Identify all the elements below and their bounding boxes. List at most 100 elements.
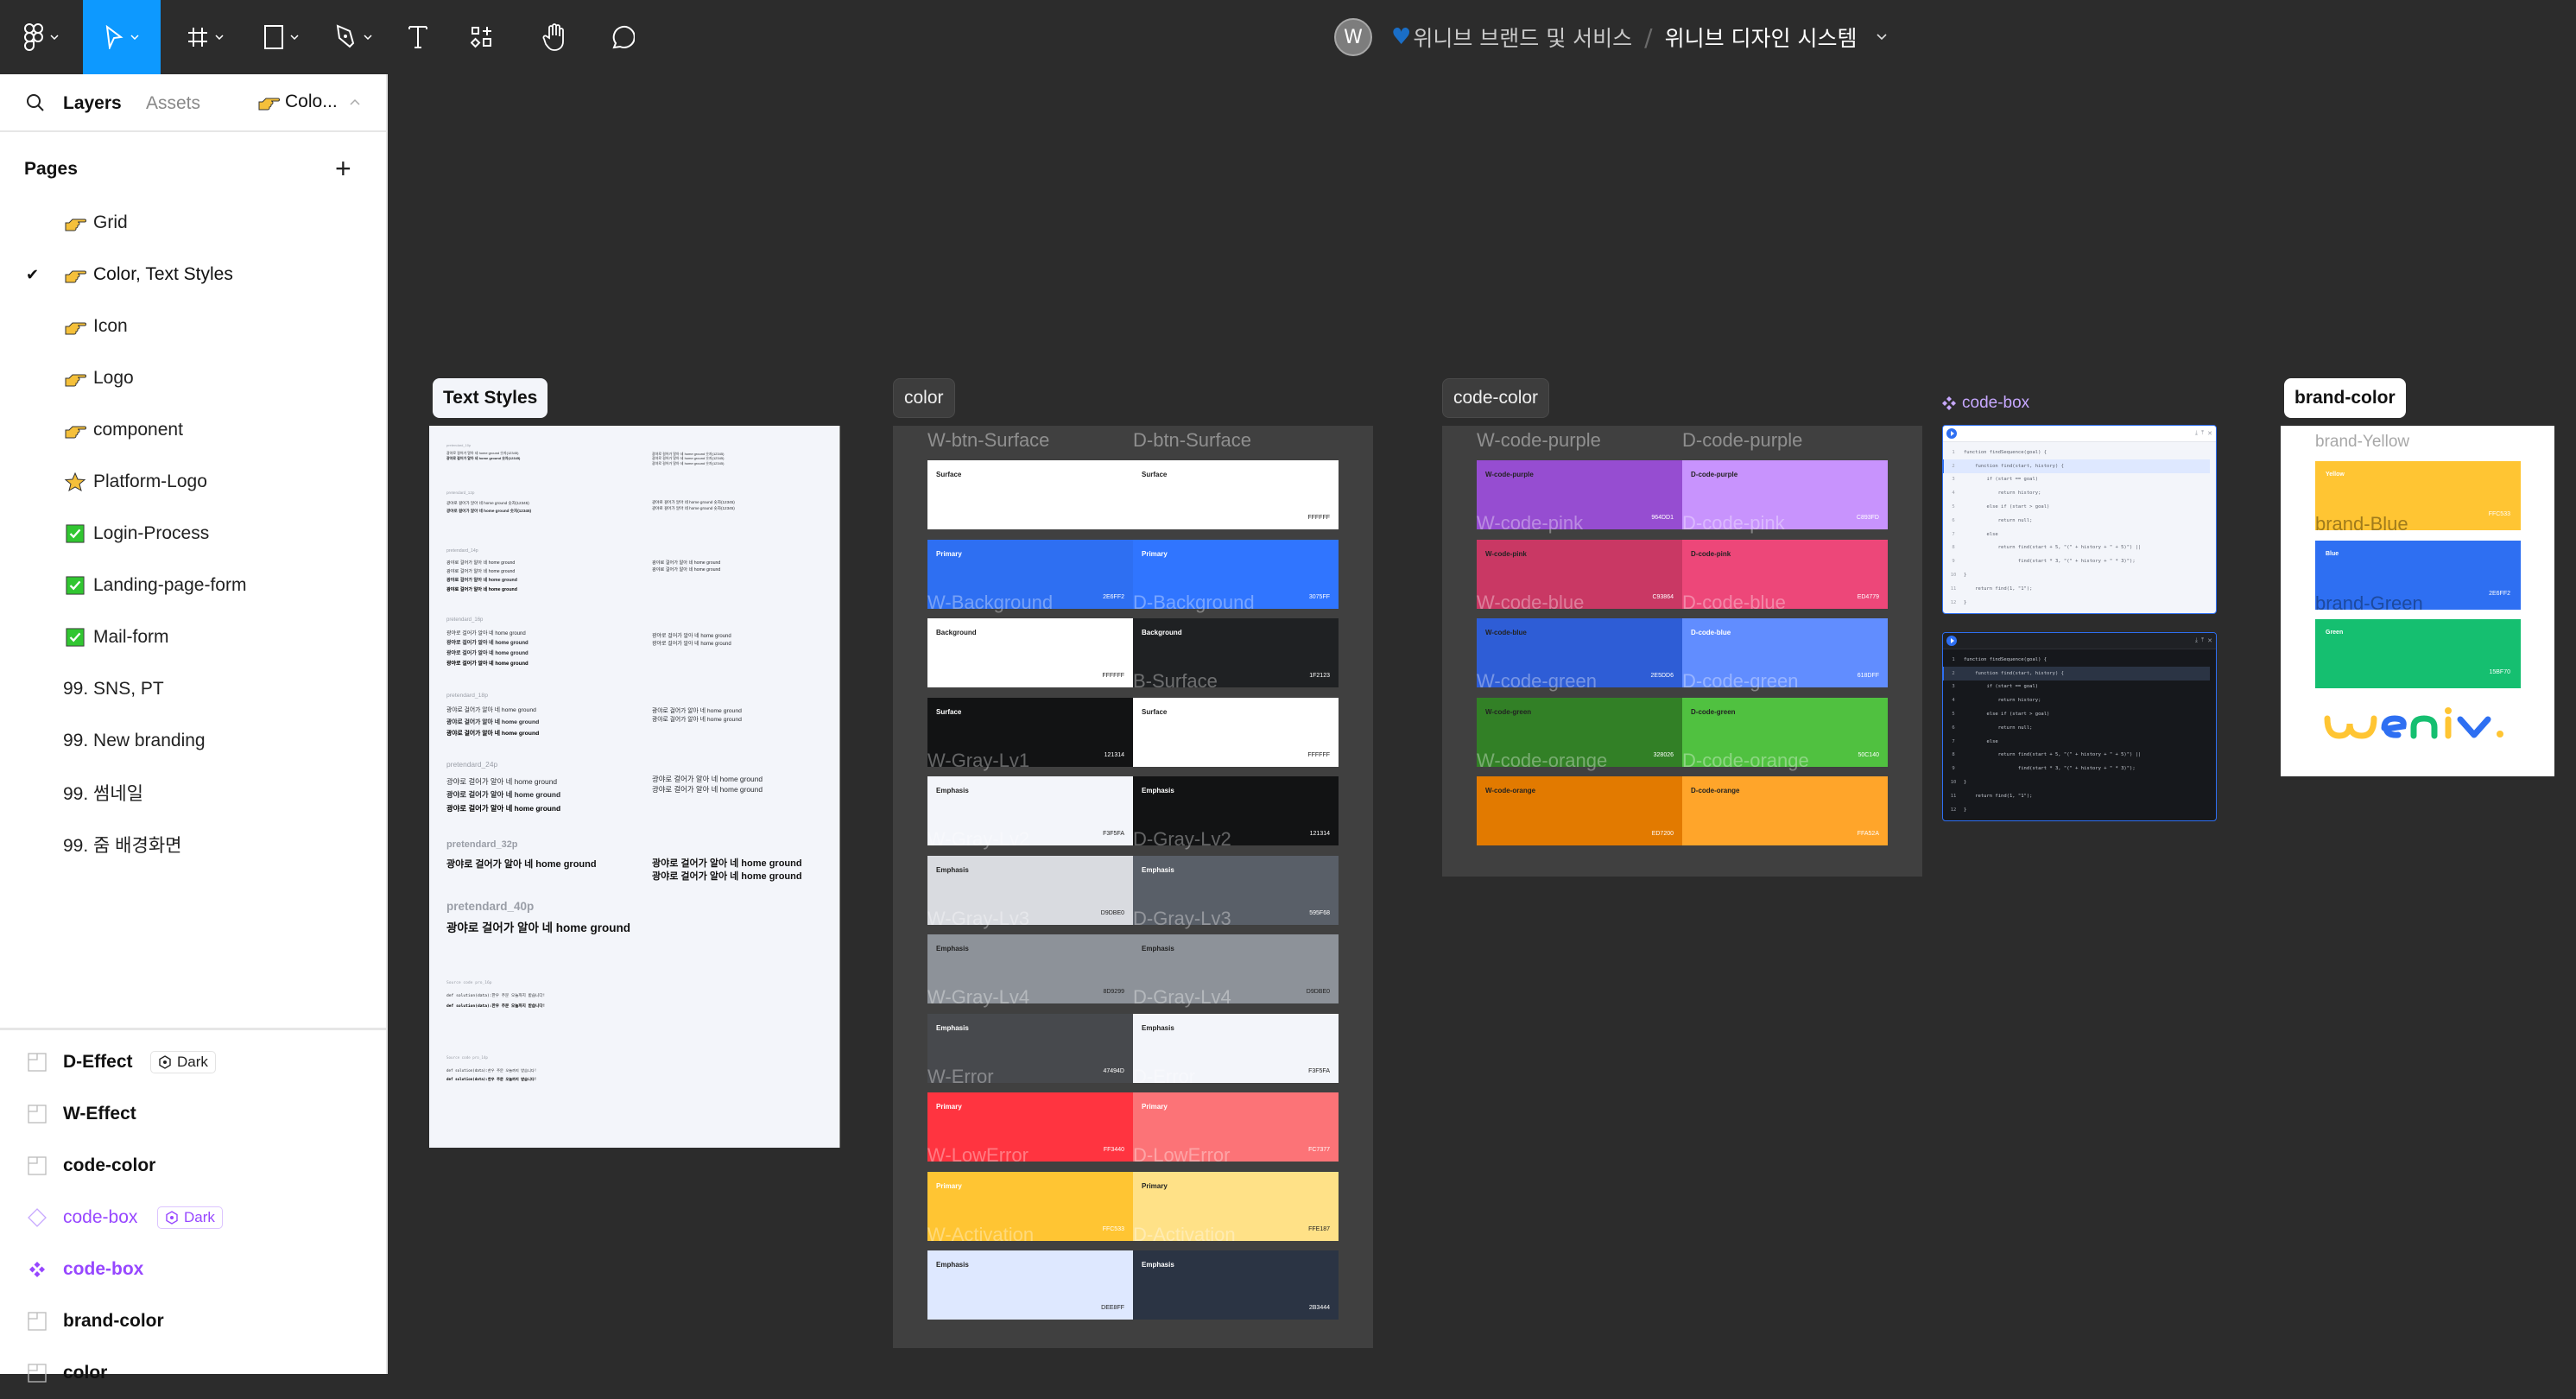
text-styles-frame[interactable]: pretendard_10p 광야로 걸어가 알아 네 home ground … [429, 426, 840, 1148]
color-swatch[interactable]: Surface FFFFFF [1133, 697, 1339, 767]
design-canvas[interactable]: Text Styles pretendard_10p 광야로 걸어가 알아 네 … [389, 74, 2576, 1374]
panel-divider[interactable] [0, 1028, 386, 1030]
file-name[interactable]: 위니브 디자인 시스템 [1665, 22, 1858, 53]
color-swatch[interactable]: Primary FFC533 W-Activation [927, 1171, 1133, 1244]
layer-item[interactable]: code-box Dark [0, 1192, 386, 1244]
color-swatch[interactable]: D-code-purple C893FD D-code-pink [1682, 460, 1888, 533]
comment-tool-button[interactable] [596, 0, 648, 74]
upload-icon[interactable]: ⤒ [2201, 637, 2204, 644]
page-item[interactable]: Mail-form [0, 611, 386, 663]
color-swatch[interactable]: Primary FFE187 D-Activation [1133, 1171, 1339, 1244]
layer-item[interactable]: W-Effect [0, 1088, 386, 1140]
page-item[interactable]: 99. New branding [0, 715, 386, 767]
page-item[interactable]: Login-Process [0, 508, 386, 560]
brand-swatch[interactable]: Yellow FFC533 brand-Blue [2315, 461, 2521, 534]
color-swatch[interactable]: W-code-blue 2E5DD6 W-code-green [1477, 618, 1682, 691]
brand-color-frame[interactable]: brand-Yellow Yellow FFC533 brand-Blue Blue 2… [2281, 426, 2554, 776]
close-icon[interactable]: ✕ [2207, 430, 2212, 437]
color-swatch[interactable]: D-code-pink ED4779 D-code-blue [1682, 539, 1888, 611]
color-swatch[interactable]: Surface 121314 W-Gray-Lv1 [927, 697, 1133, 769]
project-name-link[interactable]: 위니브 브랜드 및 서비스 [1413, 22, 1632, 53]
color-swatch[interactable]: W-code-orange ED7200 [1477, 776, 1682, 845]
color-swatch[interactable]: Emphasis 595F68 D-Gray-Lv3 [1133, 855, 1339, 927]
page-item[interactable]: component [0, 404, 386, 456]
color-swatch[interactable]: D-code-blue 618DFF D-code-green [1682, 618, 1888, 691]
color-swatch[interactable]: Emphasis F3F5FA W-Gray-Lv2 [927, 776, 1133, 849]
color-swatch[interactable]: Surface [927, 460, 1133, 529]
color-swatch[interactable]: Primary FF3440 W-LowError [927, 1092, 1133, 1165]
run-button[interactable] [1946, 428, 1957, 439]
page-item[interactable]: 99. 줌 배경화면 [0, 819, 386, 870]
color-swatch[interactable]: Background FFFFFF [927, 618, 1133, 687]
color-swatch[interactable]: Primary 2E6FF2 W-Background [927, 539, 1133, 611]
layer-item[interactable]: D-Effect Dark [0, 1036, 386, 1088]
move-tool-button[interactable] [83, 0, 161, 74]
color-swatch[interactable]: Primary FC7377 D-LowError [1133, 1092, 1339, 1165]
layer-item[interactable]: code-box [0, 1244, 386, 1295]
text-tool-button[interactable] [394, 0, 442, 74]
variable-mode-badge[interactable]: Dark [157, 1206, 223, 1229]
page-item[interactable]: 99. 썸네일 [0, 767, 386, 819]
brand-swatch[interactable]: Green 15BF70 [2315, 619, 2521, 688]
frame-label-code-box[interactable]: code-box [1941, 390, 2029, 416]
color-swatch[interactable]: W-code-purple 964DD1 W-code-pink [1477, 460, 1682, 533]
line-number: 8 [1952, 545, 1955, 551]
download-icon[interactable]: ⤓ [2195, 637, 2198, 644]
page-item[interactable]: Icon [0, 301, 386, 352]
chevron-down-icon[interactable] [1876, 34, 1887, 41]
page-item[interactable]: Landing-page-form [0, 560, 386, 611]
main-menu-button[interactable] [14, 0, 69, 74]
color-swatch[interactable]: Emphasis D9DBE0 W-Gray-Lv3 [927, 855, 1133, 927]
pen-tool-button[interactable] [326, 0, 382, 74]
color-swatch[interactable]: Emphasis 8D9299 W-Gray-Lv4 [927, 934, 1133, 1007]
layer-item[interactable]: color [0, 1347, 386, 1399]
tab-layers[interactable]: Layers [63, 93, 122, 114]
color-swatch[interactable]: Emphasis 121314 D-Gray-Lv2 [1133, 776, 1339, 849]
color-swatch[interactable]: Surface FFFFFF [1133, 460, 1339, 529]
text-style-sample: def solution(data):한우 주문 오늘까지 받습니다! [446, 1067, 537, 1073]
color-swatch[interactable]: Emphasis D9DBE0 D-Gray-Lv4 [1133, 934, 1339, 1007]
add-page-button[interactable]: + [335, 155, 351, 182]
swatch-name: Surface [1142, 471, 1168, 478]
brand-swatch[interactable]: Blue 2E6FF2 brand-Green [2315, 540, 2521, 612]
frame-label-text-styles[interactable]: Text Styles [433, 378, 548, 418]
upload-icon[interactable]: ⤒ [2201, 430, 2204, 437]
layer-item[interactable]: brand-color [0, 1295, 386, 1347]
page-item[interactable]: Grid [0, 197, 386, 249]
frame-label-code-color[interactable]: code-color [1442, 378, 1550, 418]
color-frame[interactable]: W-btn-Surface D-btn-Surface Surface Surfa… [893, 426, 1373, 1348]
color-swatch[interactable]: Emphasis 47494D W-Error [927, 1013, 1133, 1086]
line-number: 12 [1950, 807, 1957, 813]
frame-tool-button[interactable] [178, 0, 233, 74]
code-color-frame[interactable]: W-code-purple D-code-purple W-code-purpl… [1442, 426, 1922, 877]
current-page-dropdown[interactable]: Colo... [257, 92, 360, 112]
color-swatch[interactable]: W-code-green 328026 W-code-orange [1477, 697, 1682, 769]
layer-item[interactable]: code-color [0, 1140, 386, 1192]
variable-mode-badge[interactable]: Dark [150, 1051, 216, 1073]
frame-label-brand-color[interactable]: brand-color [2284, 378, 2406, 418]
page-item[interactable]: Logo [0, 352, 386, 404]
hand-tool-button[interactable] [528, 0, 580, 74]
color-swatch[interactable]: Emphasis DEE8FF [927, 1250, 1133, 1320]
download-icon[interactable]: ⤓ [2195, 430, 2198, 437]
run-button[interactable] [1946, 636, 1957, 646]
page-item[interactable]: 99. SNS, PT [0, 663, 386, 715]
color-swatch[interactable]: D-code-orange FFA52A [1682, 776, 1888, 845]
code-box-light[interactable]: ⤓ ⤒ ✕ 1 function findSequence(goal) {2 funct… [1942, 425, 2217, 614]
page-item[interactable]: Platform-Logo [0, 456, 386, 508]
color-swatch[interactable]: W-code-pink C93864 W-code-blue [1477, 539, 1682, 611]
frame-label-color[interactable]: color [893, 378, 955, 418]
search-icon[interactable] [26, 93, 45, 112]
close-icon[interactable]: ✕ [2207, 637, 2212, 644]
color-swatch[interactable]: Emphasis F3F5FA D-Error [1133, 1013, 1339, 1086]
color-swatch[interactable]: Emphasis 2B3444 [1133, 1250, 1339, 1320]
shape-tool-button[interactable] [254, 0, 309, 74]
code-box-dark[interactable]: ⤓ ⤒ ✕ 1 function findSequence(goal) {2 funct… [1942, 632, 2217, 821]
color-swatch[interactable]: Background 1F2123 B-Surface [1133, 618, 1339, 691]
tab-assets[interactable]: Assets [146, 93, 200, 114]
page-item[interactable]: ✔ Color, Text Styles [0, 249, 386, 301]
resources-tool-button[interactable] [458, 0, 506, 74]
color-swatch[interactable]: Primary 3075FF D-Background [1133, 539, 1339, 611]
color-swatch[interactable]: D-code-green 50C140 D-code-orange [1682, 697, 1888, 769]
user-avatar[interactable]: W [1334, 18, 1372, 56]
